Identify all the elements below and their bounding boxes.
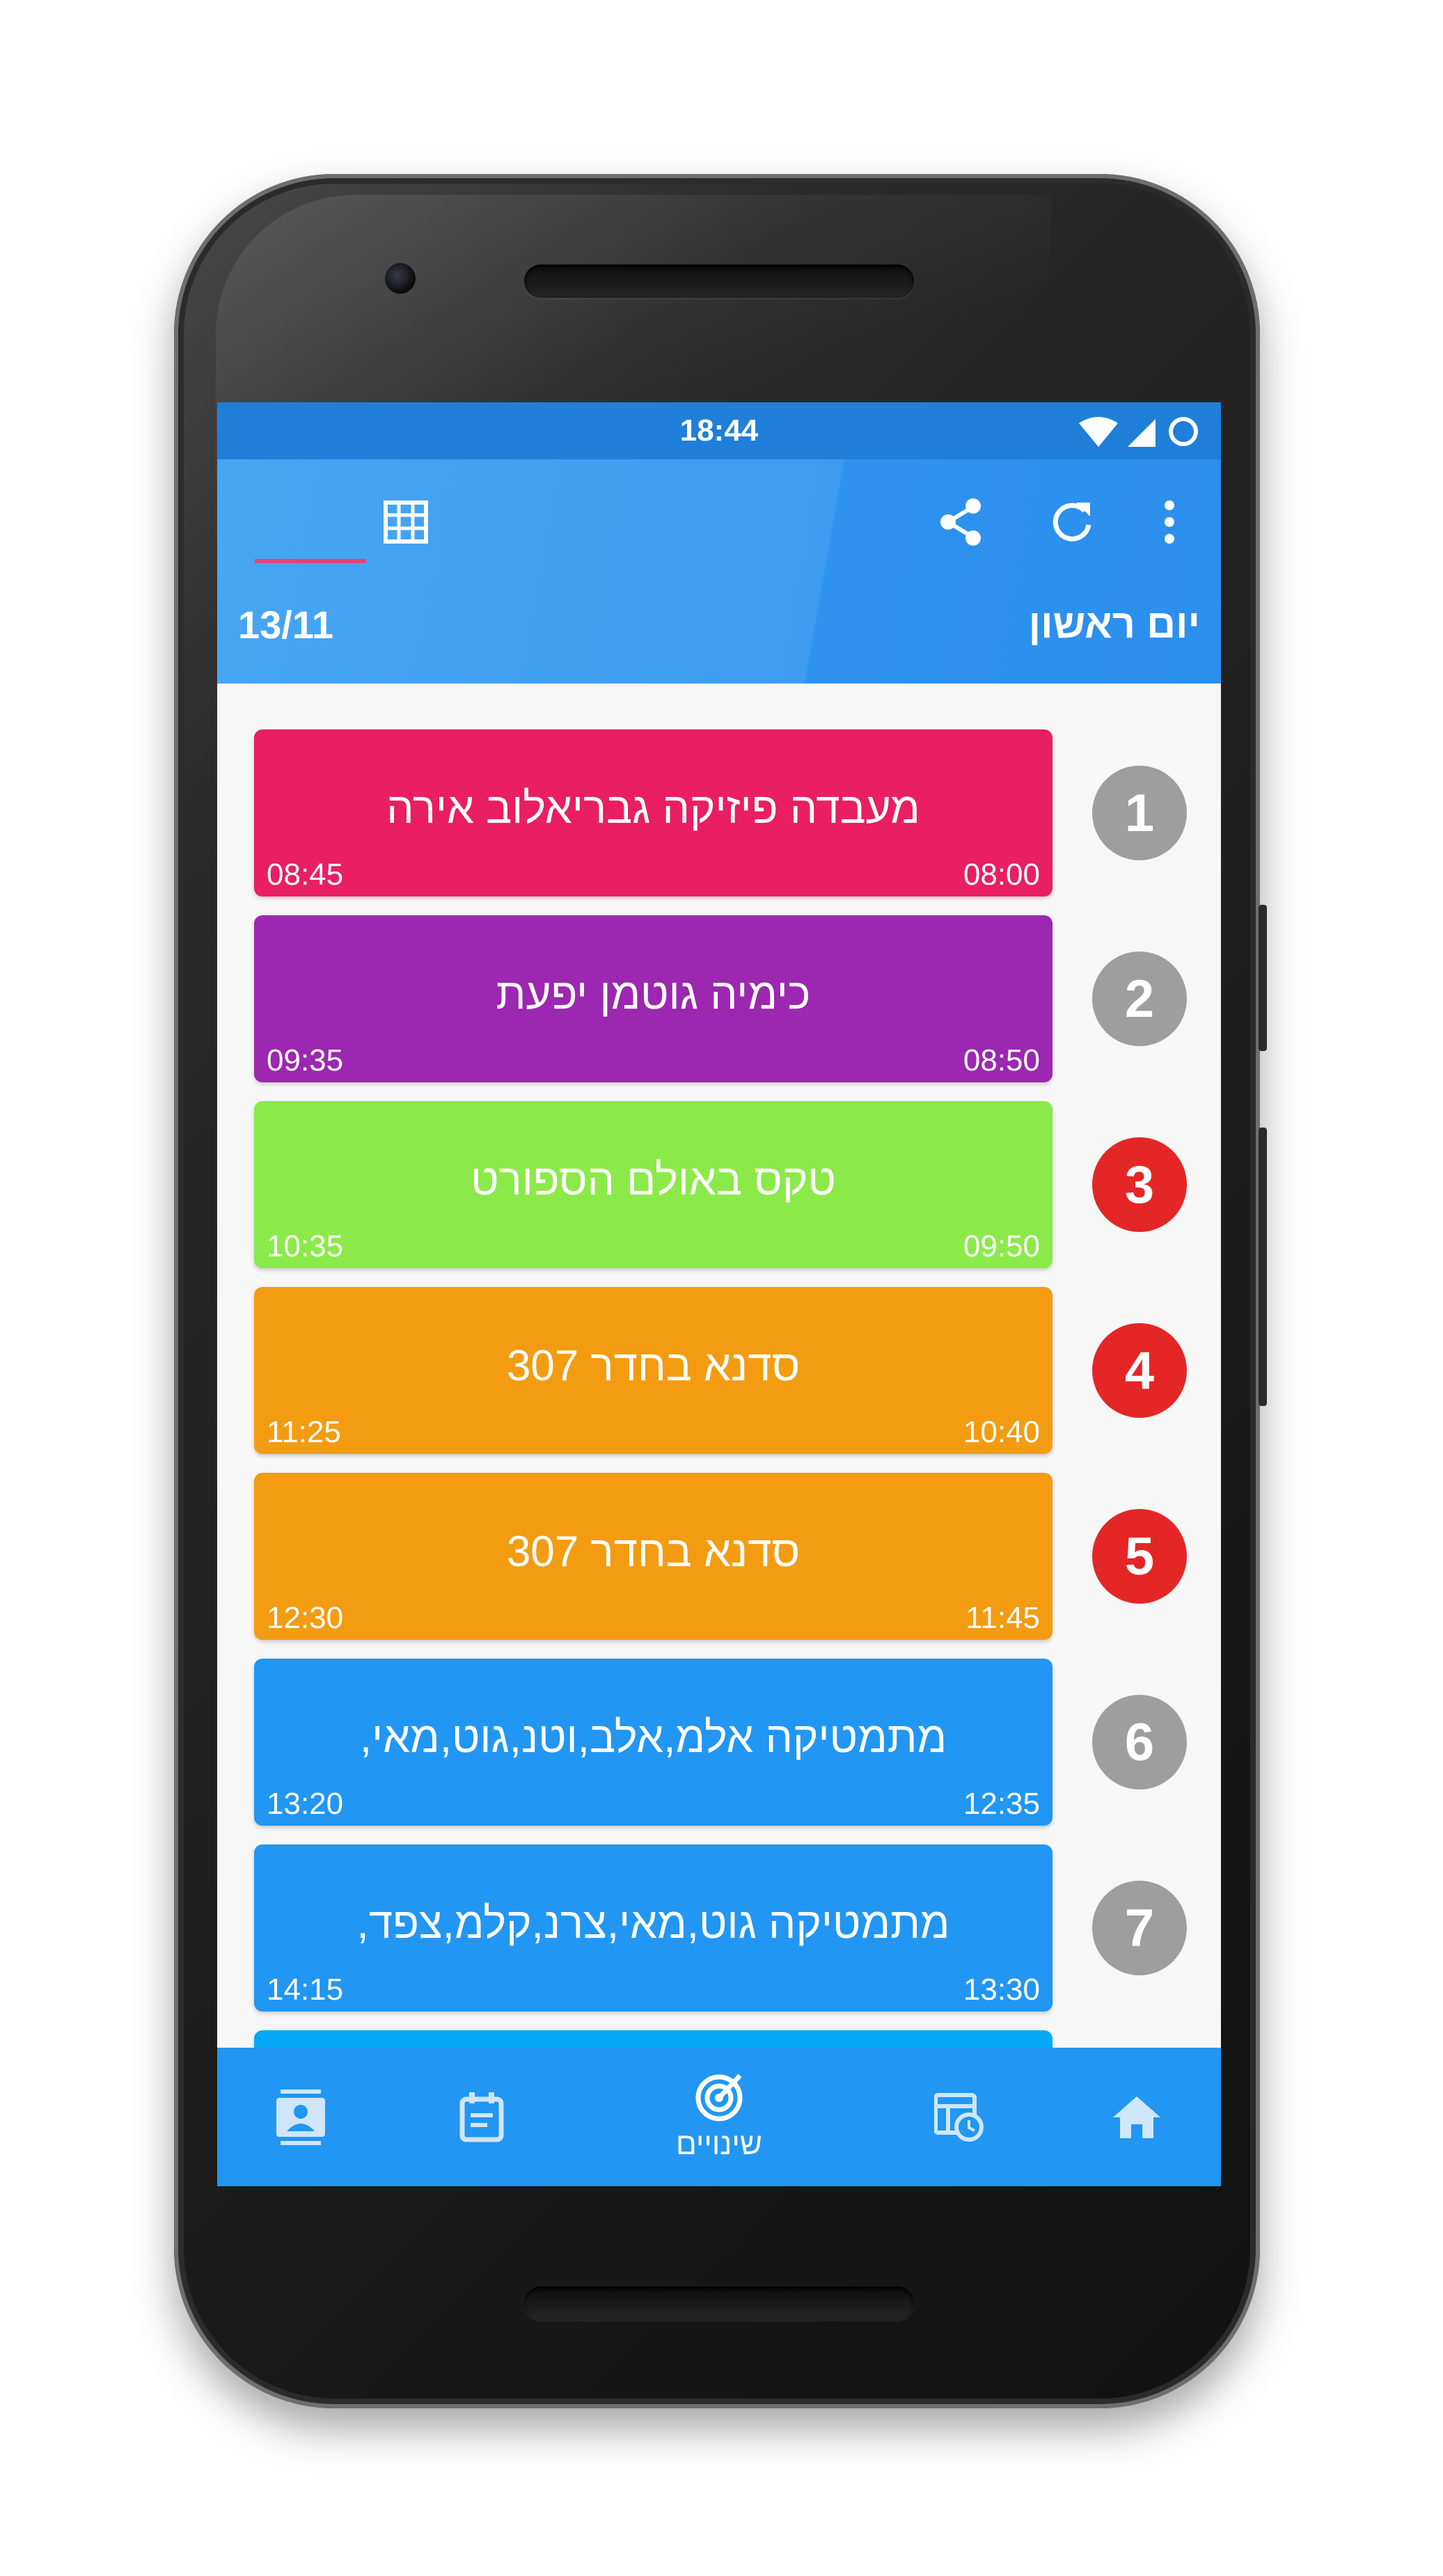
bottom-speaker <box>524 2286 914 2320</box>
changes-icon <box>695 2073 743 2121</box>
status-icons <box>1079 417 1198 447</box>
day-label: יום ראשון <box>1028 601 1200 647</box>
table-grid-icon <box>384 500 428 544</box>
lesson-title: טקס באולם הספורט <box>471 1156 836 1204</box>
schedule-clock-icon <box>934 2092 984 2142</box>
lesson-title: סדנא בחדר 307 <box>506 1528 801 1576</box>
nav-calendar[interactable] <box>412 2048 551 2186</box>
lesson-card-partial[interactable] <box>254 2030 1052 2048</box>
bottom-nav: שינויים <box>217 2048 1221 2186</box>
lesson-start-time: 08:00 <box>963 858 1040 892</box>
lesson-end-time: 14:15 <box>267 1973 344 2007</box>
lesson-start-time: 12:35 <box>963 1787 1040 1821</box>
lesson-title: כימיה גוטמן יפעת <box>496 970 811 1018</box>
lesson-end-time: 12:30 <box>267 1601 344 1635</box>
status-bar: 18:44 <box>217 402 1221 459</box>
refresh-icon <box>1052 503 1091 542</box>
power-button <box>1259 905 1267 1051</box>
lesson-number-badge: 6 <box>1092 1695 1187 1789</box>
signal-icon <box>1128 419 1156 447</box>
lesson-card[interactable]: מתמטיקה אלמ,אלב,וטנ,גוט,מאי, 13:20 12:35 <box>254 1659 1052 1826</box>
lesson-row[interactable]: סדנא בחדר 307 12:30 11:45 5 <box>217 1473 1221 1640</box>
lesson-number-badge: 7 <box>1092 1881 1187 1975</box>
lesson-start-time: 13:30 <box>963 1973 1040 2007</box>
lesson-end-time: 09:35 <box>267 1043 344 1077</box>
lesson-number-badge: 1 <box>1092 766 1187 860</box>
lesson-end-time: 08:45 <box>267 858 344 892</box>
calendar-icon <box>459 2092 504 2142</box>
lesson-row[interactable]: טקס באולם הספורט 10:35 09:50 3 <box>217 1101 1221 1268</box>
nav-home[interactable] <box>1067 2048 1206 2186</box>
share-button[interactable] <box>922 487 999 557</box>
lesson-list[interactable]: מעבדה פיזיקה גבריאלוב אירה 08:45 08:00 1… <box>217 683 1221 2048</box>
lesson-row-partial[interactable] <box>217 2030 1221 2048</box>
lesson-end-time: 10:35 <box>267 1229 344 1263</box>
lesson-start-time: 11:45 <box>965 1601 1040 1635</box>
more-vert-icon <box>1165 500 1174 544</box>
lesson-card[interactable]: מעבדה פיזיקה גבריאלוב אירה 08:45 08:00 <box>254 729 1052 896</box>
lesson-card[interactable]: סדנא בחדר 307 11:25 10:40 <box>254 1287 1052 1454</box>
lesson-start-time: 09:50 <box>963 1229 1040 1263</box>
lesson-start-time: 10:40 <box>963 1415 1040 1449</box>
battery-saver-icon <box>1169 417 1198 446</box>
lesson-end-time: 11:25 <box>267 1415 341 1449</box>
lesson-row[interactable]: מעבדה פיזיקה גבריאלוב אירה 08:45 08:00 1 <box>217 729 1221 896</box>
top-speaker <box>524 264 914 298</box>
lesson-title: מעבדה פיזיקה גבריאלוב אירה <box>386 784 920 832</box>
lesson-row[interactable]: מתמטיקה אלמ,אלב,וטנ,גוט,מאי, 13:20 12:35… <box>217 1659 1221 1826</box>
lesson-title: סדנא בחדר 307 <box>506 1342 801 1390</box>
lesson-title: מתמטיקה גוט,מאי,צרנ,קלמ,צפד, <box>356 1899 950 1947</box>
status-time: 18:44 <box>679 413 759 448</box>
lesson-row[interactable]: כימיה גוטמן יפעת 09:35 08:50 2 <box>217 915 1221 1082</box>
tab-grid[interactable] <box>368 487 444 557</box>
home-icon <box>1113 2096 1160 2138</box>
lesson-number-badge: 4 <box>1092 1323 1187 1418</box>
wifi-icon <box>1079 417 1118 447</box>
lesson-number-badge: 5 <box>1092 1509 1187 1604</box>
date-label: 13/11 <box>238 603 334 647</box>
lesson-card[interactable]: כימיה גוטמן יפעת 09:35 08:50 <box>254 915 1052 1082</box>
nav-contacts[interactable] <box>231 2048 370 2186</box>
screen: 18:44 יום ראשון 13/11 מעבדה פיזיקה גבריא… <box>217 402 1221 2186</box>
nav-changes[interactable]: שינויים <box>649 2048 789 2186</box>
nav-changes-label: שינויים <box>676 2126 762 2161</box>
app-bar: יום ראשון 13/11 <box>217 459 1221 1436</box>
lesson-row[interactable]: מתמטיקה גוט,מאי,צרנ,קלמ,צפד, 14:15 13:30… <box>217 1844 1221 2012</box>
lesson-number-badge: 2 <box>1092 951 1187 1046</box>
lesson-number-badge: 3 <box>1092 1137 1187 1232</box>
tab-indicator <box>255 559 366 563</box>
front-camera <box>385 263 416 294</box>
refresh-button[interactable] <box>1034 487 1110 557</box>
lesson-title: מתמטיקה אלמ,אלב,וטנ,גוט,מאי, <box>359 1714 947 1762</box>
lesson-start-time: 08:50 <box>963 1043 1040 1077</box>
contact-card-icon <box>276 2089 325 2145</box>
more-button[interactable] <box>1131 487 1208 557</box>
share-icon <box>940 498 981 546</box>
lesson-end-time: 13:20 <box>267 1787 344 1821</box>
lesson-card[interactable]: מתמטיקה גוט,מאי,צרנ,קלמ,צפד, 14:15 13:30 <box>254 1844 1052 2012</box>
lesson-card[interactable]: סדנא בחדר 307 12:30 11:45 <box>254 1473 1052 1640</box>
lesson-card[interactable]: טקס באולם הספורט 10:35 09:50 <box>254 1101 1052 1268</box>
volume-button <box>1259 1128 1267 1406</box>
lesson-row[interactable]: סדנא בחדר 307 11:25 10:40 4 <box>217 1287 1221 1454</box>
nav-schedule[interactable] <box>890 2048 1029 2186</box>
